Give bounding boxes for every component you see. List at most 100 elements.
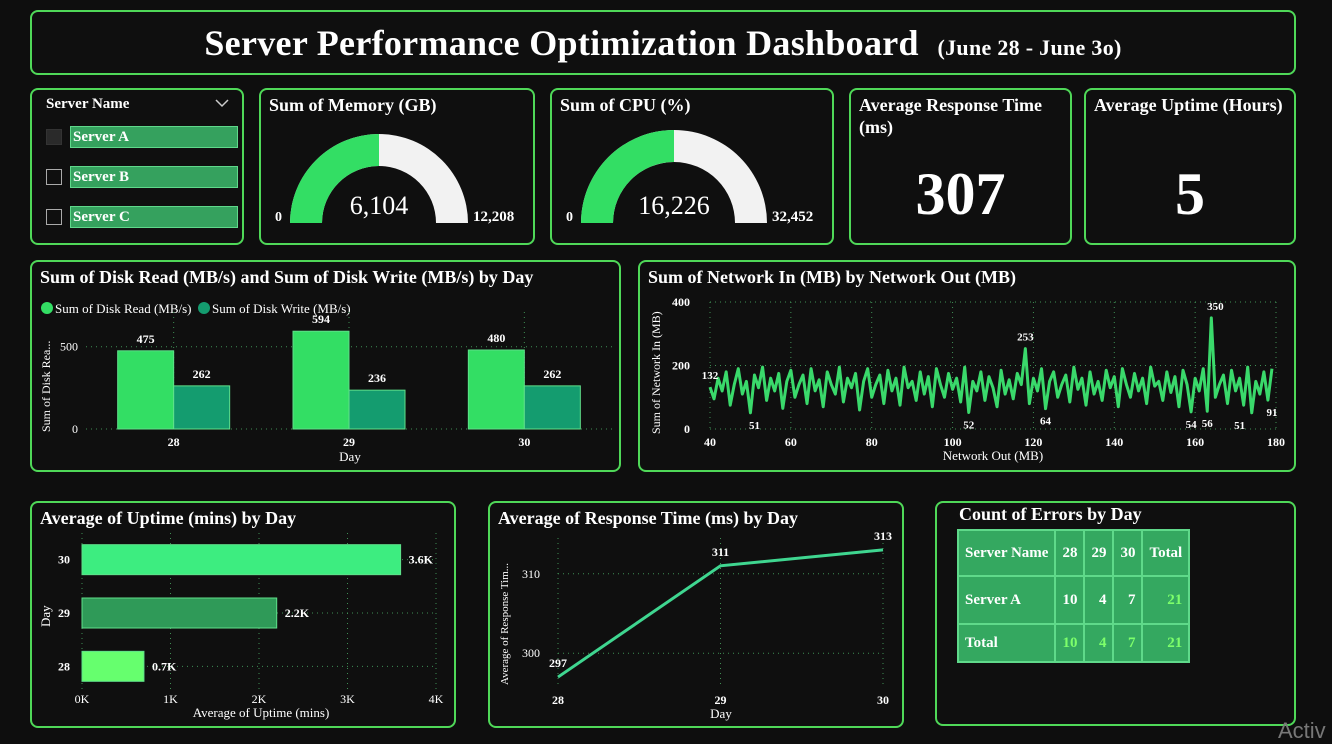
bar[interactable] bbox=[348, 389, 406, 430]
slicer-title: Server Name bbox=[46, 96, 130, 112]
gauge-max: 32,452 bbox=[772, 209, 813, 225]
bar[interactable] bbox=[81, 650, 145, 682]
matrix-header-cell[interactable]: 29 bbox=[1083, 529, 1115, 577]
data-label: 475 bbox=[137, 332, 155, 346]
checkbox-icon[interactable] bbox=[46, 209, 62, 225]
data-label: 0.7K bbox=[152, 659, 177, 673]
bar[interactable] bbox=[467, 349, 525, 430]
data-label: 350 bbox=[1207, 301, 1224, 313]
matrix-header-cell[interactable]: Total bbox=[1141, 529, 1191, 577]
kpi-value: 5 bbox=[1175, 161, 1205, 227]
x-tick-label: 100 bbox=[944, 435, 962, 449]
x-tick-label: 160 bbox=[1186, 435, 1204, 449]
data-label: 480 bbox=[487, 331, 505, 345]
data-label: 236 bbox=[368, 371, 386, 385]
data-label: 311 bbox=[712, 545, 729, 559]
cpu-gauge: 16,226 0 32,452 bbox=[566, 130, 813, 225]
slicer-item-server-c[interactable]: Server C bbox=[46, 206, 238, 228]
chevron-down-icon[interactable] bbox=[215, 98, 229, 108]
data-label: 2.2K bbox=[285, 606, 310, 620]
data-label: 3.6K bbox=[409, 553, 434, 567]
x-tick-label: 60 bbox=[785, 435, 797, 449]
y-axis-title: Day bbox=[38, 605, 53, 627]
x-tick-label: 4K bbox=[429, 692, 444, 706]
matrix-cell: 7 bbox=[1112, 623, 1144, 663]
uptime-chart-card: Average of Uptime (mins) by Day Day Aver… bbox=[30, 501, 456, 728]
legend-write-marker bbox=[198, 302, 210, 314]
checkbox-icon[interactable] bbox=[46, 169, 62, 185]
network-chart-card: Sum of Network In (MB) by Network Out (M… bbox=[638, 260, 1296, 472]
data-label: 132 bbox=[702, 370, 719, 382]
checkbox-icon[interactable] bbox=[46, 129, 62, 145]
data-label: 594 bbox=[312, 312, 330, 326]
data-label: 313 bbox=[874, 529, 892, 543]
x-tick-label: 40 bbox=[704, 435, 716, 449]
slicer-item-label: Server B bbox=[70, 166, 238, 188]
y-tick-label: 310 bbox=[522, 567, 540, 581]
response-chart-card: Average of Response Time (ms) by Day Ave… bbox=[488, 501, 904, 728]
matrix-header-row: Server Name 28 29 30 Total bbox=[956, 529, 1191, 577]
errors-matrix: Server Name 28 29 30 Total Server A 10 4… bbox=[956, 529, 1191, 663]
x-tick-label: 2K bbox=[252, 692, 267, 706]
kpi-title: Average Uptime (Hours) bbox=[1094, 95, 1283, 115]
bar[interactable] bbox=[81, 597, 278, 629]
x-axis-title: Day bbox=[339, 449, 361, 464]
bar[interactable] bbox=[117, 350, 175, 430]
x-tick-label: 28 bbox=[552, 693, 564, 707]
y-tick-label: 28 bbox=[58, 659, 70, 673]
matrix-cell: 21 bbox=[1141, 575, 1191, 625]
kpi-value: 307 bbox=[915, 161, 1006, 227]
matrix-row-label: Total bbox=[956, 623, 1057, 663]
y-axis-title: Sum of Disk Rea... bbox=[39, 341, 53, 432]
data-label: 51 bbox=[1234, 420, 1245, 432]
disk-bar-chart: Sum of Disk Read (MB/s) Sum of Disk Writ… bbox=[39, 301, 612, 464]
data-label: 52 bbox=[963, 419, 975, 431]
y-axis-title: Sum of Network In (MB) bbox=[649, 311, 663, 434]
slicer-item-server-a[interactable]: Server A bbox=[46, 126, 238, 148]
x-axis-title: Network Out (MB) bbox=[943, 448, 1043, 463]
matrix-cell: 10 bbox=[1054, 575, 1086, 625]
x-tick-label: 80 bbox=[866, 435, 878, 449]
slicer-item-label: Server A bbox=[70, 126, 238, 148]
y-axis-title: Average of Response Tim... bbox=[499, 563, 511, 685]
bar[interactable] bbox=[292, 330, 350, 430]
x-tick-label: 0K bbox=[75, 692, 90, 706]
dashboard-date-range: (June 28 - June 3o) bbox=[937, 35, 1122, 60]
y-tick-label: 0 bbox=[72, 422, 78, 436]
gauge-value: 6,104 bbox=[350, 191, 409, 220]
slicer-item-server-b[interactable]: Server B bbox=[46, 166, 238, 188]
gauge-min: 0 bbox=[566, 210, 573, 225]
legend-read-label[interactable]: Sum of Disk Read (MB/s) bbox=[55, 301, 192, 316]
x-axis-title: Day bbox=[710, 706, 732, 721]
table-row: Server A 10 4 7 21 bbox=[956, 575, 1191, 625]
bar[interactable] bbox=[173, 385, 231, 430]
activation-watermark: Activ bbox=[1278, 718, 1326, 743]
data-label: 262 bbox=[193, 367, 211, 381]
x-tick-label: 120 bbox=[1024, 435, 1042, 449]
x-tick-label: 1K bbox=[163, 692, 178, 706]
y-tick-label: 300 bbox=[522, 646, 540, 660]
data-label: 253 bbox=[1017, 332, 1034, 344]
matrix-cell: 21 bbox=[1141, 623, 1191, 663]
data-label: 64 bbox=[1040, 416, 1052, 428]
matrix-cell: 7 bbox=[1112, 575, 1144, 625]
bar[interactable] bbox=[81, 544, 402, 576]
x-tick-label: 180 bbox=[1267, 435, 1285, 449]
gauge-value: 16,226 bbox=[638, 191, 710, 220]
chart-title: Count of Errors by Day bbox=[959, 504, 1142, 524]
matrix-cell: 10 bbox=[1054, 623, 1086, 663]
matrix-header-cell[interactable]: Server Name bbox=[956, 529, 1057, 577]
y-tick-label: 500 bbox=[60, 340, 78, 354]
uptime-bar-chart: Day Average of Uptime (mins) 0K 1K 2K 3K 4K 3… bbox=[38, 533, 444, 720]
y-tick-label: 200 bbox=[672, 359, 690, 373]
x-tick-label: 3K bbox=[340, 692, 355, 706]
avg-response-kpi-card: Average Response Time (ms) 307 bbox=[849, 88, 1072, 245]
table-row: Total 10 4 7 21 bbox=[956, 623, 1191, 663]
matrix-header-cell[interactable]: 28 bbox=[1054, 529, 1086, 577]
data-label: 51 bbox=[749, 420, 760, 432]
x-tick-label: 29 bbox=[343, 435, 355, 449]
matrix-header-cell[interactable]: 30 bbox=[1112, 529, 1144, 577]
bar[interactable] bbox=[523, 385, 581, 430]
matrix-row-label: Server A bbox=[956, 575, 1057, 625]
x-tick-label: 30 bbox=[877, 693, 889, 707]
